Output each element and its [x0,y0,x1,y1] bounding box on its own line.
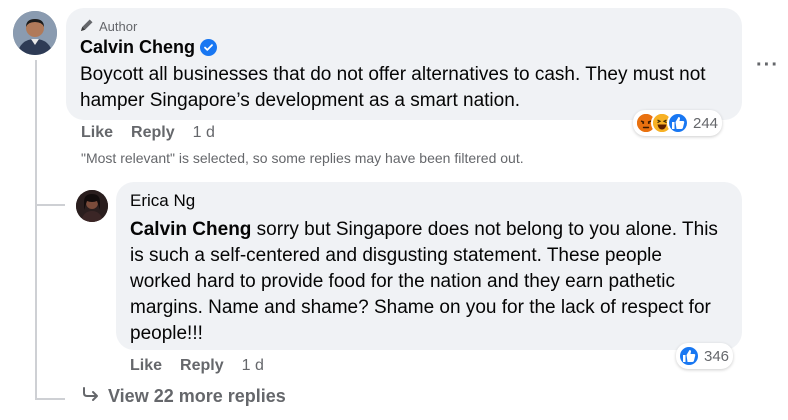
reply-button[interactable]: Reply [131,124,175,142]
like-button[interactable]: Like [130,357,162,375]
more-options-icon[interactable]: ··· [756,54,779,77]
like-button[interactable]: Like [81,124,113,142]
thread-connector [35,204,65,206]
author-badge: Author [80,17,728,35]
comment-text: Boycott all businesses that do not offer… [80,64,706,111]
timestamp[interactable]: 1 d [193,124,215,142]
reaction-count: 244 [693,114,719,132]
pen-icon [80,18,94,35]
reply-actions: Like Reply 1 d [130,357,264,375]
reply-author-name[interactable]: Erica Ng [130,191,728,213]
comment-author-name[interactable]: Calvin Cheng [80,37,195,58]
reaction-summary[interactable]: 244 [633,110,723,136]
avatar[interactable] [76,190,108,222]
verified-badge-icon [200,39,218,56]
timestamp[interactable]: 1 d [242,357,264,375]
comment-actions: Like Reply 1 d [81,124,215,142]
thread-line [35,60,37,400]
thread-connector [35,398,65,400]
like-icon [678,345,700,367]
reply-text: Calvin Cheng sorry but Singapore does no… [130,217,728,347]
reply-arrow-icon [82,386,100,407]
reply-button[interactable]: Reply [180,357,224,375]
reaction-count: 346 [704,347,730,365]
mention-tag[interactable]: Calvin Cheng [130,219,251,240]
reaction-summary[interactable]: 346 [676,343,734,369]
avatar[interactable] [13,11,57,55]
view-more-replies-button[interactable]: View 22 more replies [82,386,286,407]
comment-bubble: Author Calvin Cheng Boycott all business… [66,8,742,120]
reply-bubble: Erica Ng Calvin Cheng sorry but Singapor… [116,182,742,350]
view-more-label: View 22 more replies [108,386,286,406]
filter-note: "Most relevant" is selected, so some rep… [81,150,524,166]
author-badge-label: Author [99,18,138,34]
like-icon [667,112,689,134]
